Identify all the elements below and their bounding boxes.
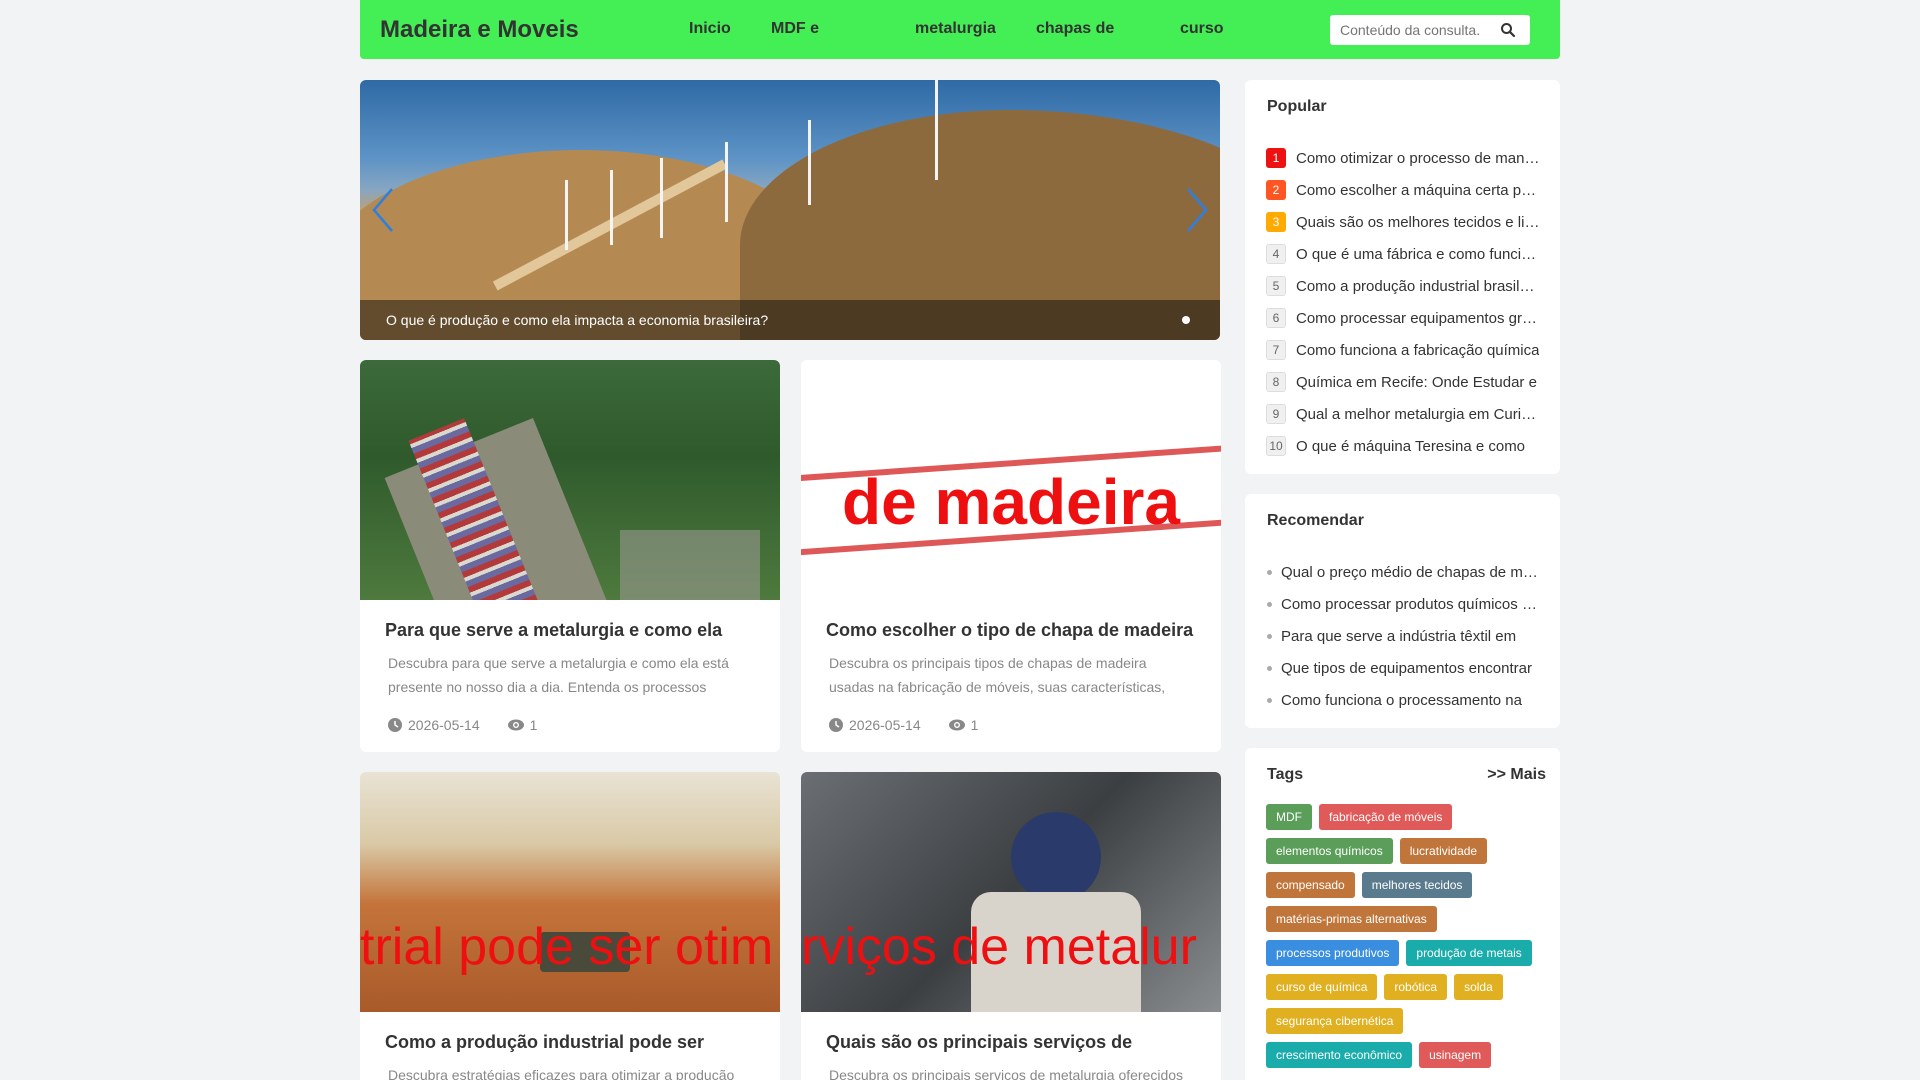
popular-item[interactable]: 1Como otimizar o processo de manufatura (1266, 142, 1540, 174)
tag[interactable]: curso de química (1266, 974, 1378, 1000)
popular-title: Popular (1267, 98, 1327, 115)
rank-badge: 9 (1266, 404, 1286, 424)
rank-badge: 5 (1266, 276, 1286, 296)
article-thumbnail[interactable]: de madeira (801, 360, 1221, 600)
clock-icon (388, 718, 402, 732)
rank-badge: 3 (1266, 212, 1286, 232)
eye-icon (948, 719, 965, 731)
popular-item[interactable]: 6 Como processar equipamentos grandes (1266, 302, 1540, 334)
tag[interactable]: MDF (1266, 804, 1312, 830)
article-title[interactable]: Como escolher o tipo de chapa de madeira (826, 620, 1196, 641)
popular-item[interactable]: 8 Química em Recife: Onde Estudar e (1266, 366, 1540, 398)
tag[interactable]: processos produtivos (1266, 940, 1400, 966)
more-tags-link[interactable]: >> Mais (1487, 766, 1546, 784)
tag[interactable]: usinagem (1419, 1042, 1492, 1068)
tag[interactable]: fabricação de móveis (1319, 804, 1453, 830)
popular-item[interactable]: 2 Como escolher a máquina certa para (1266, 174, 1540, 206)
popular-item[interactable]: 5 Como a produção industrial brasileira (1266, 270, 1540, 302)
popular-item[interactable]: 10 O que é máquina Teresina e como (1266, 430, 1540, 462)
article-date: 2026-05-14 (849, 717, 921, 733)
search-box (1330, 15, 1530, 45)
chevron-left-icon[interactable] (368, 185, 398, 235)
rank-badge: 2 (1266, 180, 1286, 200)
recommend-item[interactable]: Qual o preço médio de chapas de madeira (1267, 556, 1541, 588)
article-title[interactable]: Quais são os principais serviços de (826, 1032, 1196, 1053)
nav-item-chapas[interactable]: chapas de (1036, 20, 1114, 38)
clock-icon (829, 718, 843, 732)
search-input[interactable] (1330, 22, 1490, 38)
nav-item-mdf[interactable]: MDF e (771, 20, 819, 38)
tag[interactable]: robótica (1384, 974, 1448, 1000)
tag-cloud: MDF fabricação de móveis elementos quími… (1266, 804, 1551, 1068)
tags-title: Tags (1267, 766, 1304, 783)
tag[interactable]: elementos químicos (1266, 838, 1393, 864)
article-views: 1 (970, 717, 979, 733)
tag[interactable]: crescimento econômico (1266, 1042, 1413, 1068)
recommend-title: Recomendar (1267, 512, 1364, 529)
rank-badge: 6 (1266, 308, 1286, 328)
article-date: 2026-05-14 (408, 717, 480, 733)
article-card[interactable]: rviços de metalur Quais são os principai… (801, 772, 1221, 1080)
article-card[interactable]: trial pode ser otim Como a produção indu… (360, 772, 780, 1080)
rank-badge: 8 (1266, 372, 1286, 392)
tag[interactable]: solda (1454, 974, 1503, 1000)
article-thumbnail[interactable] (360, 360, 780, 600)
nav-item-metalurgia[interactable]: metalurgia (915, 20, 996, 38)
top-navbar: Madeira e Moveis Inicio MDF e metalurgia… (360, 0, 1560, 59)
site-logo[interactable]: Madeira e Moveis (380, 16, 650, 44)
recommend-item[interactable]: Que tipos de equipamentos encontrar (1267, 652, 1541, 684)
carousel-caption[interactable]: O que é produção e como ela impacta a ec… (386, 312, 768, 328)
recommend-item[interactable]: Para que serve a indústria têxtil em (1267, 620, 1541, 652)
thumbnail-overlay-text: rviços de metalur (801, 918, 1197, 976)
tags-panel: Tags >> Mais MDF fabricação de móveis el… (1245, 748, 1560, 1080)
article-title[interactable]: Como a produção industrial pode ser (385, 1032, 755, 1053)
thumbnail-overlay-text: de madeira (842, 466, 1180, 538)
nav-item-inicio[interactable]: Inicio (689, 20, 731, 38)
article-card[interactable]: Para que serve a metalurgia e como ela D… (360, 360, 780, 752)
popular-item[interactable]: 4O que é uma fábrica e como funciona (1266, 238, 1540, 270)
tag[interactable]: segurança cibernética (1266, 1008, 1404, 1034)
article-card[interactable]: de madeira Como escolher o tipo de chapa… (801, 360, 1221, 752)
article-thumbnail[interactable]: rviços de metalur (801, 772, 1221, 1012)
rank-badge: 7 (1266, 340, 1286, 360)
tag[interactable]: matérias-primas alternativas (1266, 906, 1437, 932)
tag[interactable]: melhores tecidos (1361, 872, 1473, 898)
carousel-dot[interactable] (1182, 316, 1190, 324)
rank-badge: 10 (1266, 436, 1286, 456)
rank-badge: 1 (1266, 148, 1286, 168)
recommend-item[interactable]: Como funciona o processamento na (1267, 684, 1541, 716)
article-desc: Descubra os principais tipos de chapas d… (829, 655, 1166, 695)
search-icon[interactable] (1500, 22, 1516, 38)
thumbnail-overlay-text: trial pode ser otim (360, 918, 774, 976)
tag[interactable]: lucratividade (1399, 838, 1488, 864)
chevron-right-icon[interactable] (1182, 185, 1212, 235)
nav-item-curso[interactable]: curso (1180, 20, 1224, 38)
popular-item[interactable]: 3 Quais são os melhores tecidos e linhas (1266, 206, 1540, 238)
article-thumbnail[interactable]: trial pode ser otim (360, 772, 780, 1012)
article-desc: Descubra para que serve a metalurgia e c… (388, 655, 729, 695)
tag[interactable]: produção de metais (1406, 940, 1532, 966)
hero-carousel[interactable]: O que é produção e como ela impacta a ec… (360, 80, 1220, 340)
article-views: 1 (529, 717, 538, 733)
carousel-dots (1182, 316, 1190, 324)
popular-item[interactable]: 7 Como funciona a fabricação química (1266, 334, 1540, 366)
rank-badge: 4 (1266, 244, 1286, 264)
article-desc: Descubra estratégias eficazes para otimi… (388, 1067, 735, 1080)
recommend-list: Qual o preço médio de chapas de madeira … (1267, 556, 1541, 716)
article-title[interactable]: Para que serve a metalurgia e como ela (385, 620, 755, 641)
popular-item[interactable]: 9 Qual a melhor metalurgia em Curitiba (1266, 398, 1540, 430)
popular-panel: Popular 1 Como otimizar o processo de man… (1245, 80, 1560, 474)
popular-list: 1Como otimizar o processo de manufatura … (1266, 142, 1540, 462)
tag[interactable]: compensado (1266, 872, 1355, 898)
recommend-panel: Recomendar Qual o preço médio de chapas … (1245, 494, 1560, 728)
article-desc: Descubra os principais serviços de metal… (829, 1067, 1184, 1080)
recommend-item[interactable]: Como processar produtos químicos com (1267, 588, 1541, 620)
eye-icon (507, 719, 524, 731)
